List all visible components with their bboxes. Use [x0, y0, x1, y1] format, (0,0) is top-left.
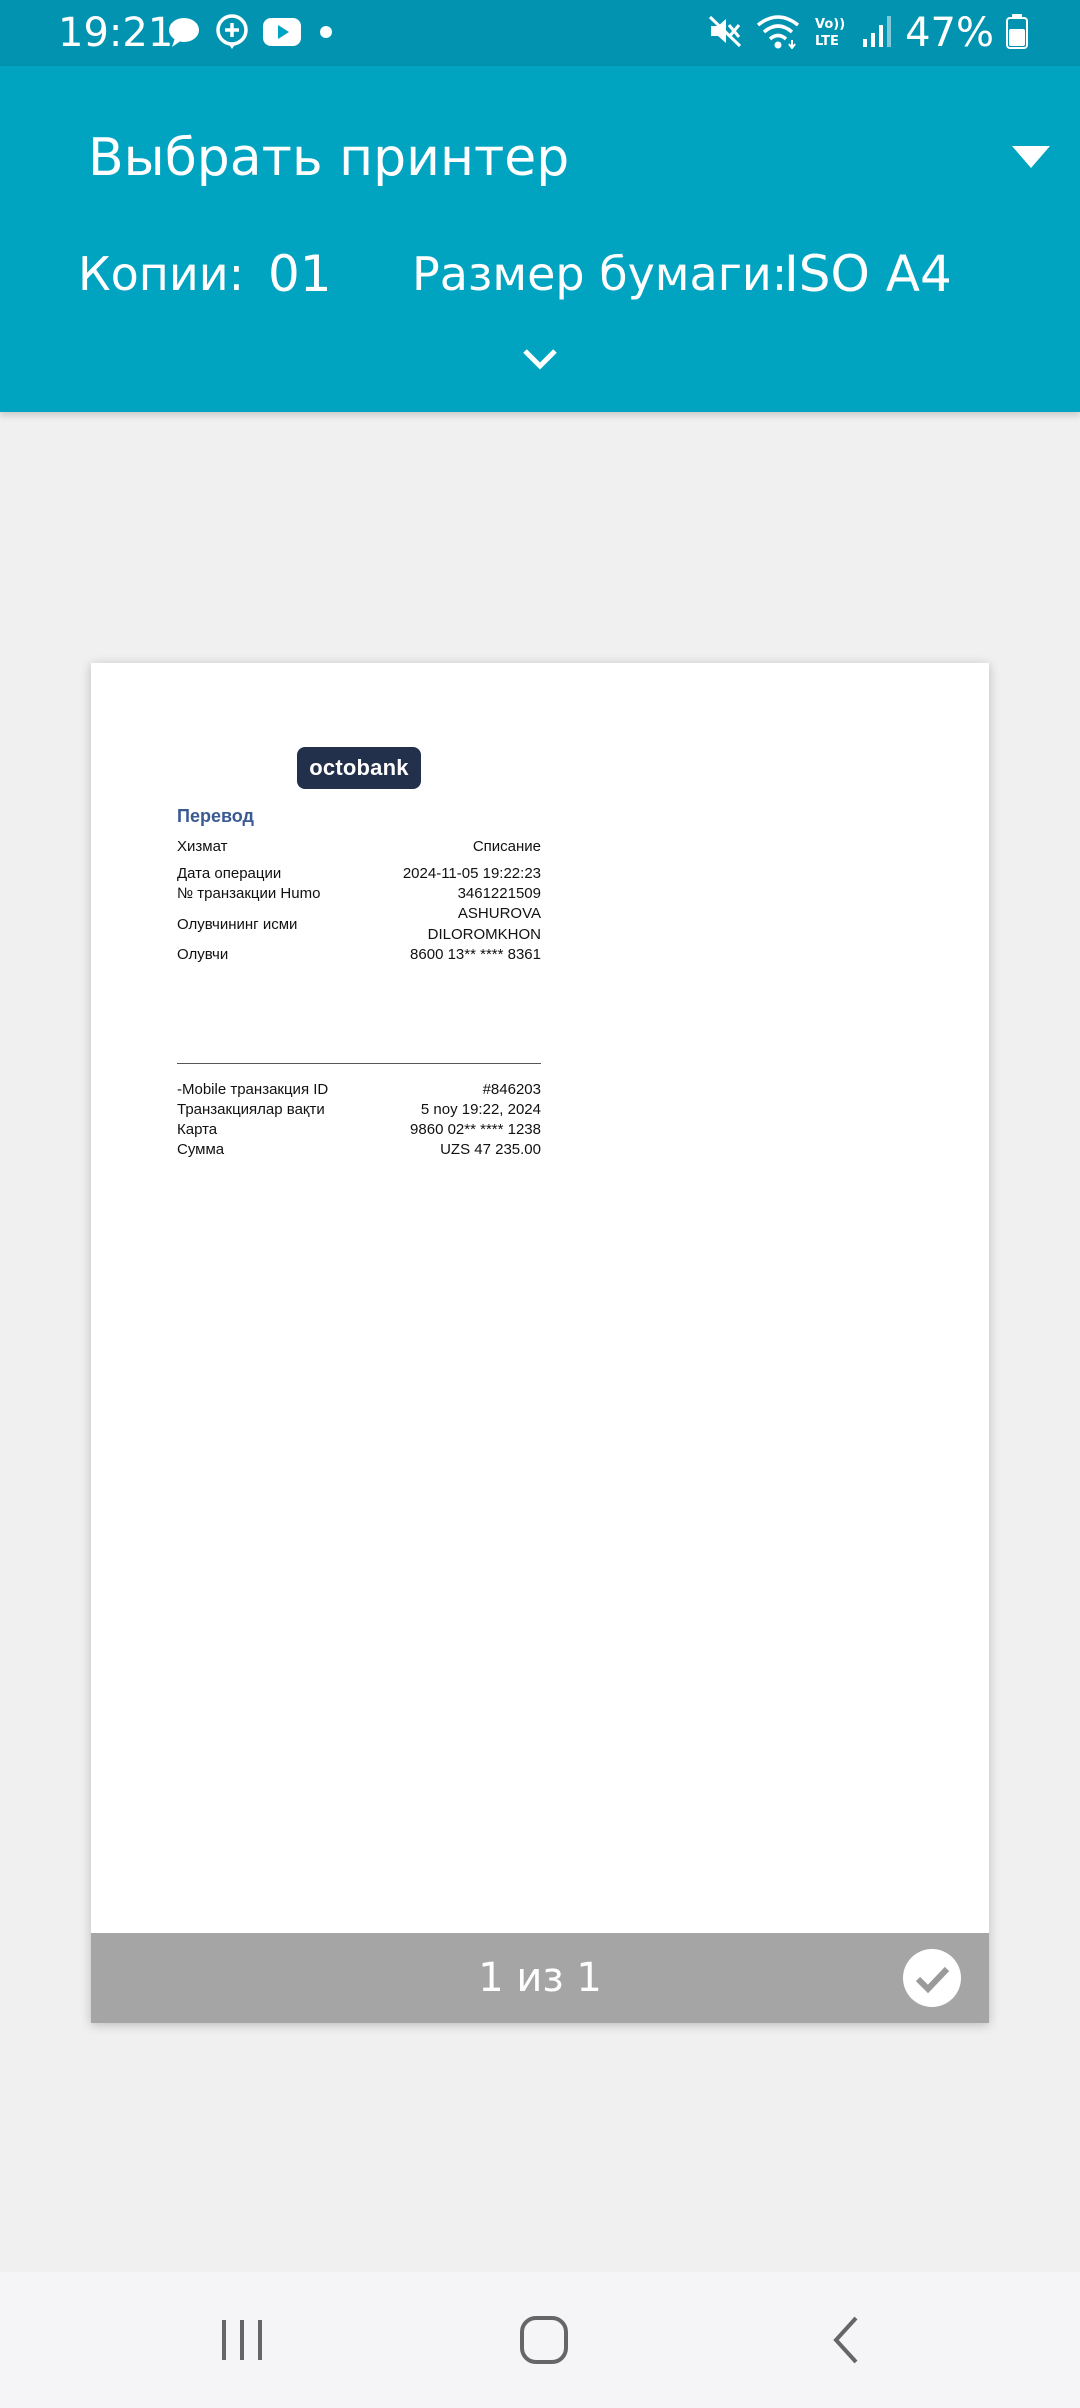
battery-percent: 47% — [905, 10, 994, 56]
home-icon — [520, 2316, 568, 2364]
row-key: -Mobile транзакция ID — [177, 1081, 329, 1098]
chevron-down-icon[interactable] — [520, 344, 560, 378]
svg-text:LTE: LTE — [815, 34, 839, 49]
home-button[interactable] — [512, 2308, 576, 2372]
print-options-summary[interactable]: Копии: 01 Размер бумаги: ISO A4 — [78, 244, 1078, 304]
notification-icons — [166, 14, 338, 54]
row-value: 5 noy 19:22, 2024 — [420, 1101, 541, 1118]
row-key: № транзакции Humo — [177, 885, 321, 902]
printer-select[interactable]: Выбрать принтер — [88, 126, 569, 190]
row-key: Дата операции — [177, 865, 282, 882]
signal-icon — [861, 13, 893, 53]
octobank-logo: octobank — [297, 747, 421, 789]
back-button[interactable] — [816, 2308, 880, 2372]
check-icon — [915, 1966, 950, 1994]
page-preview[interactable]: octobank Перевод Хизмат Списание Дата оп… — [91, 663, 989, 2023]
row-key: Олувчи — [177, 946, 229, 963]
recent-apps-button[interactable] — [210, 2308, 274, 2372]
battery-icon — [1006, 13, 1028, 53]
row-value: 8600 13** **** 8361 — [410, 946, 541, 963]
row-key: Хизмат — [177, 838, 228, 855]
row-value: 2024-11-05 19:22:23 — [402, 865, 541, 882]
page-footer: 1 из 1 — [91, 1933, 989, 2023]
row-key: Олувчининг исми — [177, 916, 298, 933]
plus-chat-icon — [214, 14, 250, 54]
receipt-divider — [177, 1063, 541, 1064]
receipt-title: Перевод — [177, 806, 254, 826]
page-counter: 1 из 1 — [478, 1955, 602, 2001]
copies-value: 01 — [268, 245, 332, 303]
copies-label: Копии: — [78, 247, 245, 301]
chat-bubble-icon — [166, 14, 202, 54]
youtube-icon — [262, 16, 302, 52]
status-bar: 19:21 Vo)) LTE 47% — [0, 0, 1080, 66]
volte-icon: Vo)) LTE — [813, 13, 849, 53]
row-value: #846203 — [482, 1081, 541, 1098]
row-value: UZS 47 235.00 — [440, 1141, 541, 1158]
status-time: 19:21 — [58, 10, 174, 56]
row-value: 9860 02** **** 1238 — [410, 1121, 541, 1138]
row-key: Сумма — [177, 1141, 225, 1158]
row-value: 3461221509 — [457, 885, 541, 902]
print-options-header: Выбрать принтер Копии: 01 Размер бумаги:… — [0, 66, 1080, 412]
navigation-bar — [0, 2272, 1080, 2408]
svg-text:Vo)): Vo)) — [815, 17, 845, 32]
row-key: Транзакциялар вақти — [177, 1101, 325, 1118]
row-value: ASHUROVA — [457, 905, 541, 922]
dropdown-arrow-icon[interactable] — [1012, 146, 1050, 174]
paper-size-value: ISO A4 — [784, 245, 952, 303]
row-key: Карта — [177, 1121, 218, 1138]
wifi-icon — [755, 13, 801, 53]
page-select-checkbox[interactable] — [903, 1949, 961, 2007]
row-value: Списание — [472, 838, 541, 855]
recent-apps-icon — [222, 2320, 262, 2360]
dot-icon — [314, 20, 338, 48]
back-icon — [833, 2316, 858, 2364]
system-status-icons: Vo)) LTE 47% — [707, 10, 1028, 56]
paper-size-label: Размер бумаги: — [412, 247, 788, 301]
row-value: DILOROMKHON — [427, 926, 541, 943]
mute-icon — [707, 13, 743, 53]
receipt-row: Олувчининг исми ASHUROVA DILOROMKHON — [177, 904, 541, 946]
